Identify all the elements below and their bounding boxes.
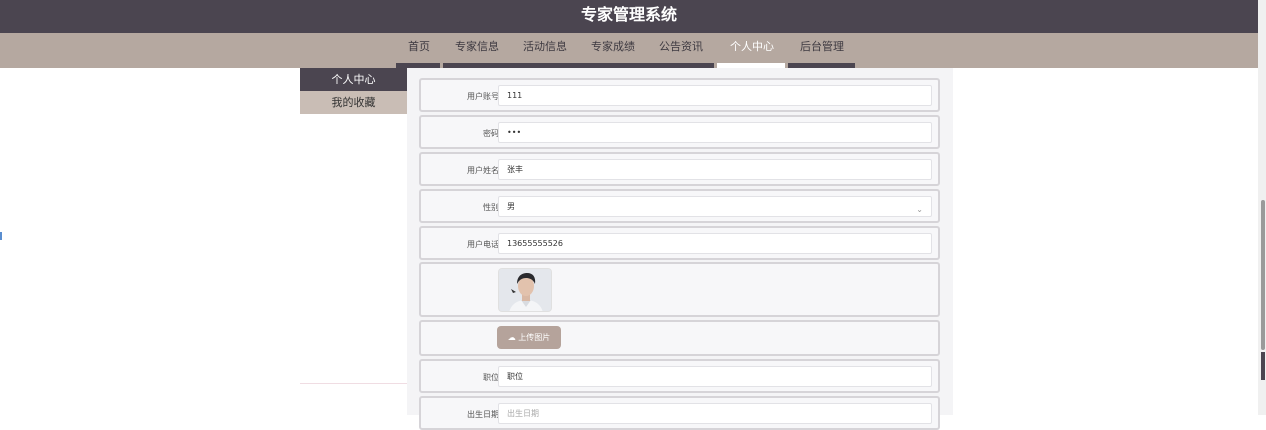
gender-select-value: 男 xyxy=(507,202,515,211)
nav-home[interactable]: 首页 xyxy=(402,33,436,64)
position-label: 职位 xyxy=(483,373,499,382)
app-title: 专家管理系统 xyxy=(0,0,1258,33)
form-row-gender: 性别 男 ⌄ xyxy=(419,189,940,223)
upload-button-label: 上传图片 xyxy=(518,333,551,342)
nav-scores[interactable]: 专家成绩 xyxy=(585,33,641,64)
form-row-password: 密码 ••• xyxy=(419,115,940,149)
account-label: 用户账号 xyxy=(467,92,499,101)
password-input[interactable]: ••• xyxy=(498,122,932,143)
phone-input[interactable]: 13655555526 xyxy=(498,233,932,254)
form-row-name: 用户姓名 张丰 xyxy=(419,152,940,186)
sidebar-item-personal-center[interactable]: 个人中心 xyxy=(300,68,407,91)
name-input[interactable]: 张丰 xyxy=(498,159,932,180)
birthday-input[interactable]: 出生日期 xyxy=(498,403,932,424)
nav-admin[interactable]: 后台管理 xyxy=(790,33,854,64)
scrollbar-marker xyxy=(1261,352,1265,380)
account-input[interactable]: 111 xyxy=(498,85,932,106)
position-input[interactable]: 职位 xyxy=(498,366,932,387)
upload-image-button[interactable]: ☁ 上传图片 xyxy=(497,326,561,349)
nav-news[interactable]: 公告资讯 xyxy=(653,33,709,64)
chevron-down-icon[interactable]: ⌄ xyxy=(916,200,923,219)
sidebar: 个人中心 我的收藏 xyxy=(300,68,407,384)
form-row-upload: ☁ 上传图片 xyxy=(419,320,940,356)
person-photo-icon xyxy=(499,269,551,311)
nav-personal-center[interactable]: 个人中心 xyxy=(720,33,784,64)
form-row-avatar xyxy=(419,262,940,317)
sidebar-item-favorites[interactable]: 我的收藏 xyxy=(300,91,407,114)
gender-select[interactable]: 男 ⌄ xyxy=(498,196,932,217)
form-row-birthday: 出生日期 出生日期 xyxy=(419,396,940,430)
name-label: 用户姓名 xyxy=(467,166,499,175)
gender-label: 性别 xyxy=(483,203,499,212)
nav-activities[interactable]: 活动信息 xyxy=(517,33,573,64)
edge-marker xyxy=(0,232,2,240)
scrollbar-thumb[interactable] xyxy=(1261,200,1265,350)
cloud-upload-icon: ☁ xyxy=(507,333,516,342)
form-row-phone: 用户电话 13655555526 xyxy=(419,226,940,260)
form-row-position: 职位 职位 xyxy=(419,359,940,393)
password-label: 密码 xyxy=(483,129,499,138)
avatar[interactable] xyxy=(498,268,552,312)
phone-label: 用户电话 xyxy=(467,240,499,249)
form-row-account: 用户账号 111 xyxy=(419,78,940,112)
nav-experts[interactable]: 专家信息 xyxy=(449,33,505,64)
